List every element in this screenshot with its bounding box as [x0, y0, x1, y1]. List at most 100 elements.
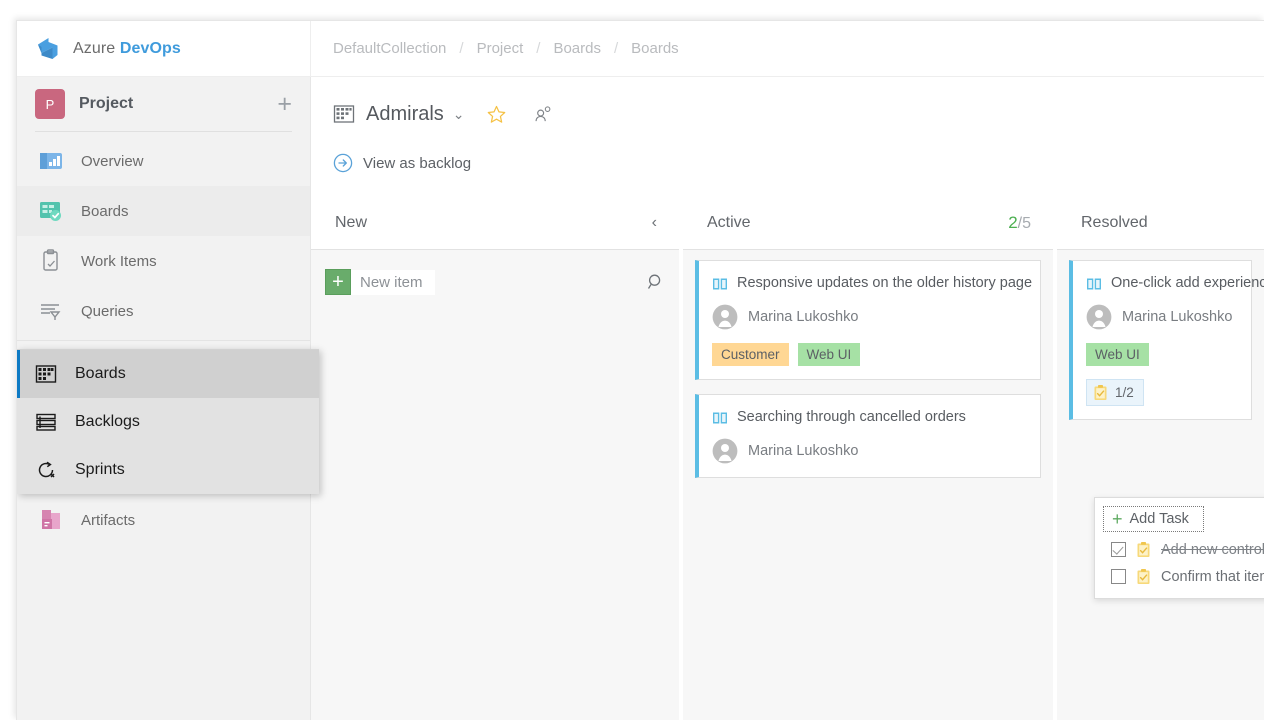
checklist-progress-text: 1/2 [1115, 385, 1134, 400]
board-grid-icon [333, 103, 355, 125]
sidebar-item-label: Boards [81, 203, 129, 220]
new-item-row[interactable]: + New item [325, 266, 665, 298]
sidebar-item-label: Overview [81, 153, 144, 170]
checklist-icon [1093, 384, 1108, 401]
star-icon[interactable] [486, 104, 507, 125]
add-project-button[interactable]: + [277, 96, 292, 112]
column-title: Active [707, 214, 1008, 232]
card-title: One-click add experience [1111, 274, 1264, 292]
collapse-column-button[interactable]: ‹ [652, 214, 657, 232]
assignee-name: Marina Lukoshko [748, 443, 858, 459]
add-item-button[interactable]: + [325, 269, 351, 295]
breadcrumb-item-boards[interactable]: Boards [553, 40, 601, 57]
board-grid-icon [35, 363, 57, 385]
board-column-active: Active 2/5 [683, 196, 1053, 720]
column-title: Resolved [1081, 214, 1242, 232]
task-list-item[interactable]: Add new control [1095, 536, 1264, 563]
clipboard-icon [37, 247, 65, 275]
wip-current: 2 [1008, 213, 1017, 232]
app-body: P Project + Overview [17, 77, 1264, 720]
board-content: Admirals ⌄ View a [311, 77, 1264, 720]
task-title: Add new control [1161, 542, 1264, 558]
boards-submenu-flyout: Boards Backlogs [17, 349, 319, 494]
add-task-label: Add Task [1130, 511, 1189, 527]
board-title-row: Admirals ⌄ [333, 99, 1264, 129]
card-title-row: One-click add experience [1086, 274, 1237, 292]
checklist-icon [1136, 568, 1151, 585]
wip-limit-indicator: 2/5 [1008, 213, 1031, 233]
top-bar: Azure DevOps DefaultCollection / Project… [17, 21, 1264, 77]
artifacts-boxes-icon [37, 506, 65, 534]
wip-limit: /5 [1018, 215, 1031, 232]
add-task-button[interactable]: + Add Task [1103, 506, 1204, 532]
user-story-icon [712, 276, 728, 292]
board-card[interactable]: Responsive updates on the older history … [695, 260, 1041, 380]
submenu-item-boards[interactable]: Boards [17, 350, 319, 398]
task-checkbox[interactable] [1111, 542, 1126, 557]
task-checkbox[interactable] [1111, 569, 1126, 584]
card-tag[interactable]: Web UI [1086, 343, 1149, 366]
checklist-icon [1136, 541, 1151, 558]
project-header[interactable]: P Project + [17, 77, 310, 131]
board-card[interactable]: Searching through cancelled orders Marin… [695, 394, 1041, 478]
sidebar-item-label: Queries [81, 303, 134, 320]
queries-filter-icon [37, 297, 65, 325]
breadcrumb-item-project[interactable]: Project [477, 40, 524, 57]
column-title: New [335, 214, 652, 232]
chevron-down-icon[interactable]: ⌄ [453, 106, 465, 123]
board-header: Admirals ⌄ View a [311, 77, 1264, 173]
breadcrumb-item-boards-leaf[interactable]: Boards [631, 40, 679, 57]
card-tags: Web UI [1086, 343, 1237, 366]
column-header: New ‹ [311, 196, 679, 250]
sidebar-item-work-items[interactable]: Work Items [17, 236, 310, 286]
column-header: Active 2/5 [683, 196, 1053, 250]
breadcrumb-item-collection[interactable]: DefaultCollection [333, 40, 446, 57]
backlog-rows-icon [35, 411, 57, 433]
board-columns: New ‹ + New item [311, 195, 1264, 720]
sidebar-item-label: Work Items [81, 253, 157, 270]
people-icon[interactable] [534, 105, 553, 124]
breadcrumb-separator: / [614, 40, 618, 57]
project-avatar: P [35, 89, 65, 119]
breadcrumb-separator: / [536, 40, 540, 57]
sidebar-divider [17, 340, 310, 341]
assignee-name: Marina Lukoshko [1122, 309, 1232, 325]
card-title: Searching through cancelled orders [737, 408, 966, 426]
search-icon[interactable] [647, 273, 665, 291]
boards-check-icon [37, 197, 65, 225]
card-assignee: Marina Lukoshko [712, 438, 1026, 464]
sidebar-item-artifacts[interactable]: Artifacts [17, 495, 310, 545]
submenu-item-backlogs[interactable]: Backlogs [17, 398, 319, 446]
submenu-item-sprints[interactable]: Sprints [17, 446, 319, 494]
sidebar-item-queries[interactable]: Queries [17, 286, 310, 336]
board-column-new: New ‹ + New item [311, 196, 679, 720]
app-window: Azure DevOps DefaultCollection / Project… [16, 20, 1264, 720]
breadcrumb: DefaultCollection / Project / Boards / B… [311, 21, 1264, 76]
column-header: Resolved [1057, 196, 1264, 250]
plus-icon: + [1112, 512, 1123, 526]
card-assignee: Marina Lukoshko [1086, 304, 1237, 330]
user-story-icon [1086, 276, 1102, 292]
board-name[interactable]: Admirals [366, 103, 444, 126]
view-as-backlog-button[interactable]: View as backlog [333, 153, 1264, 173]
card-title: Responsive updates on the older history … [737, 274, 1032, 292]
card-tags: Customer Web UI [712, 343, 1026, 366]
new-item-label[interactable]: New item [351, 270, 435, 295]
checklist-progress-badge[interactable]: 1/2 [1086, 379, 1144, 406]
submenu-item-label: Backlogs [75, 413, 140, 431]
avatar-icon [1086, 304, 1112, 330]
task-list-item[interactable]: Confirm that item [1095, 563, 1264, 590]
brand-area[interactable]: Azure DevOps [17, 21, 311, 76]
arrow-right-circle-icon [333, 153, 353, 173]
add-task-popover: + Add Task Add new control [1094, 497, 1264, 599]
column-body: Responsive updates on the older history … [683, 250, 1053, 720]
brand-label: Azure DevOps [73, 40, 181, 58]
card-tag[interactable]: Customer [712, 343, 789, 366]
project-name: Project [79, 95, 263, 113]
submenu-item-label: Sprints [75, 461, 125, 479]
board-card[interactable]: One-click add experience Marina Lukoshko [1069, 260, 1252, 420]
card-tag[interactable]: Web UI [798, 343, 861, 366]
sidebar-item-overview[interactable]: Overview [17, 136, 310, 186]
sidebar-item-boards[interactable]: Boards [17, 186, 310, 236]
avatar-icon [712, 438, 738, 464]
